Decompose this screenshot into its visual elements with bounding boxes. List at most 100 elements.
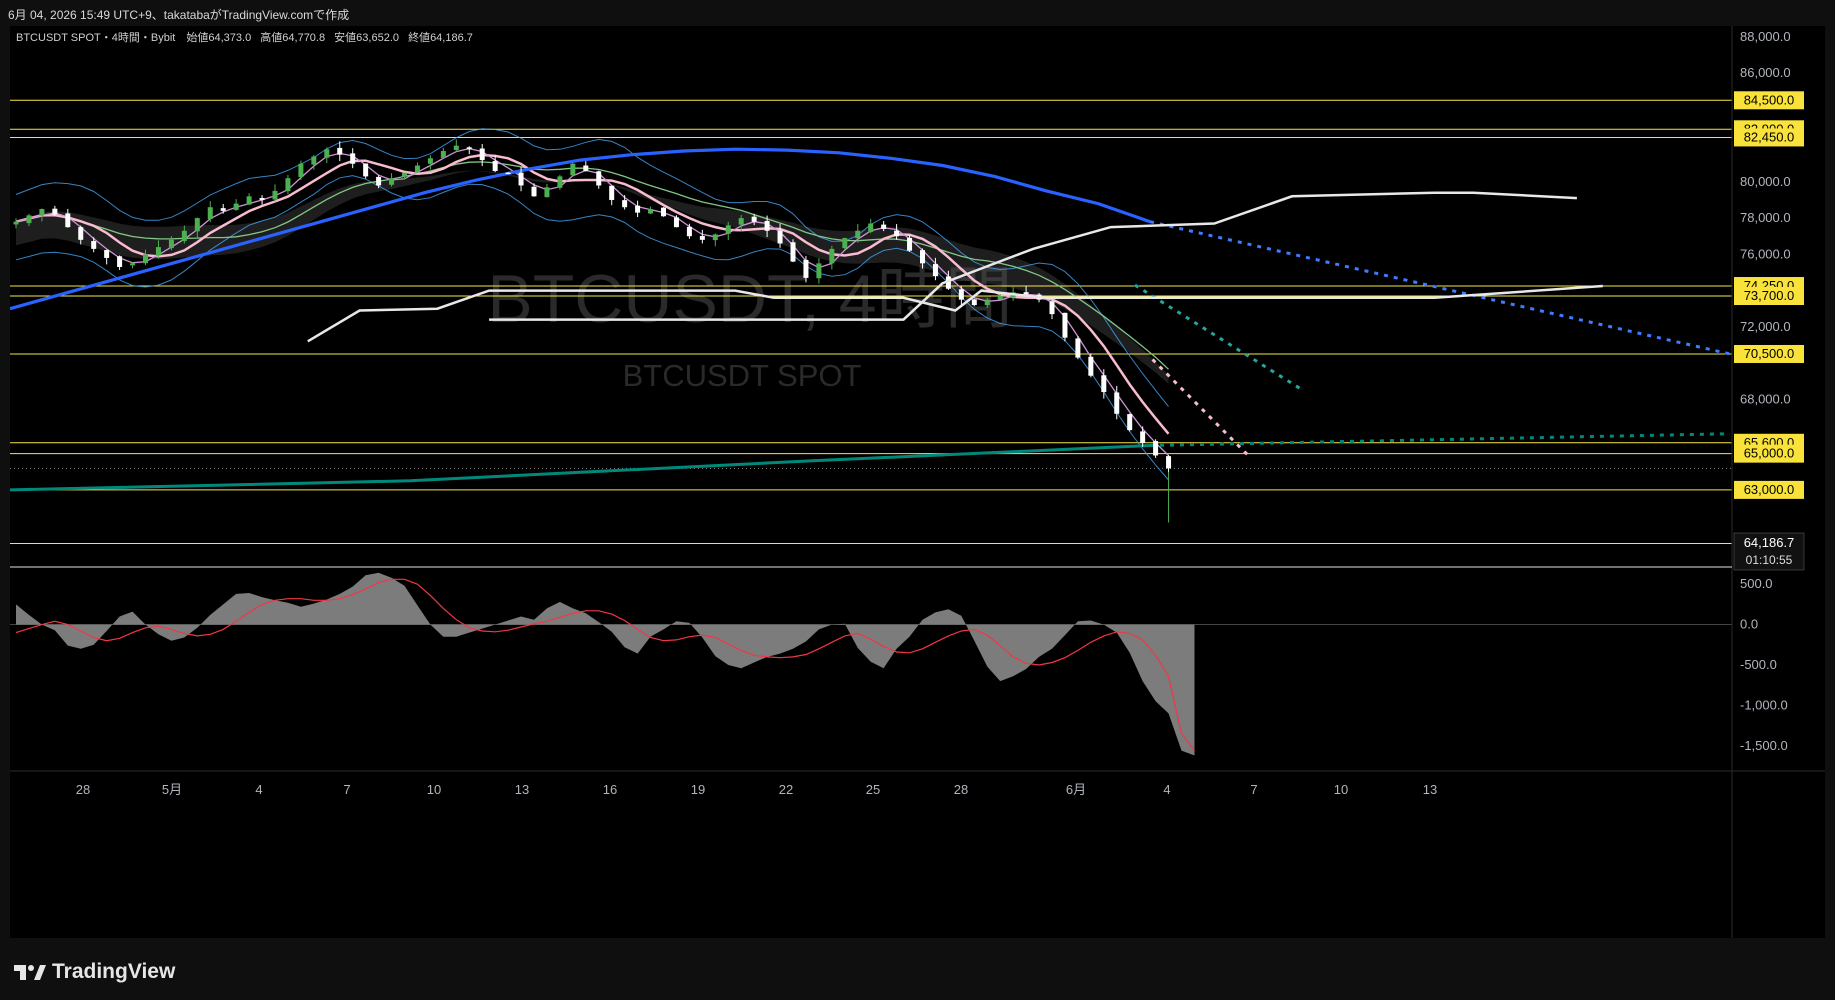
candle-body: [686, 226, 692, 237]
candle-body: [997, 296, 1003, 300]
candle-body: [259, 197, 265, 200]
time-tick-label: 7: [1250, 782, 1257, 797]
candle-body: [661, 207, 666, 217]
price-tick-label: 88,000.0: [1740, 29, 1791, 44]
candle-body: [1088, 356, 1094, 376]
ma-blue-projection: [1149, 220, 1731, 356]
candle-body: [1062, 312, 1068, 338]
macd-histogram: [16, 572, 1195, 756]
candle-body: [984, 299, 990, 306]
candle-body: [39, 209, 45, 216]
candle-body: [1075, 338, 1081, 358]
candle-body: [622, 200, 628, 208]
candle-body: [518, 172, 524, 186]
candle-body: [246, 196, 252, 205]
candle-body: [376, 176, 382, 186]
candle-body: [544, 187, 550, 198]
time-tick-label: 10: [427, 782, 441, 797]
candle-body: [557, 176, 563, 188]
candle-body: [363, 163, 369, 177]
time-tick-label: 16: [603, 782, 617, 797]
time-tick-label: 6月: [1066, 782, 1086, 797]
candle-body: [803, 259, 809, 278]
candle-body: [505, 172, 511, 175]
chart-area[interactable]: BTCUSDT, 4時間 BTCUSDT SPOT 84,500.082,900…: [10, 26, 1825, 938]
level-badge-label: 65,000.0: [1744, 446, 1795, 461]
candle-body: [971, 299, 977, 306]
candle-body: [907, 237, 913, 251]
candle-body: [1023, 292, 1029, 295]
candle-body: [26, 215, 32, 224]
candle-body: [725, 225, 731, 234]
candle-body: [272, 190, 278, 200]
candle-body: [453, 145, 459, 150]
candle-body: [596, 171, 602, 186]
candle-body: [324, 149, 330, 158]
candle-body: [1127, 414, 1133, 431]
time-tick-label: 4: [255, 782, 262, 797]
candle-body: [389, 178, 395, 185]
level-badge-label: 70,500.0: [1744, 346, 1795, 361]
candle-body: [868, 223, 874, 233]
time-tick-label: 28: [76, 782, 90, 797]
candle-body: [117, 256, 123, 268]
candle-body: [699, 236, 705, 240]
level-badge-label: 73,700.0: [1744, 288, 1795, 303]
candle-body: [233, 203, 239, 210]
legend-close: 64,186.7: [430, 32, 473, 44]
candle-body: [751, 216, 757, 222]
price-tick-label: 68,000.0: [1740, 391, 1791, 406]
candle-body: [52, 208, 58, 215]
candle-body: [350, 153, 356, 164]
macd-tick-label: -1,500.0: [1740, 738, 1788, 753]
time-tick-label: 7: [343, 782, 350, 797]
candle-body: [842, 238, 848, 249]
candle-body: [648, 209, 654, 214]
time-tick-label: 13: [515, 782, 529, 797]
candle-body: [790, 242, 796, 262]
candle-body: [777, 230, 783, 244]
legend-low: 63,652.0: [356, 32, 399, 44]
candle-body: [1166, 456, 1172, 469]
candle-body: [816, 263, 822, 279]
candle-body: [1153, 441, 1159, 456]
candle-body: [920, 250, 925, 264]
legend-symbol: BTCUSDT SPOT・4時間・Bybit: [16, 31, 175, 44]
price-tick-label: 78,000.0: [1740, 210, 1791, 225]
watermark-sub: BTCUSDT SPOT: [623, 358, 862, 393]
candle-body: [337, 147, 343, 155]
candle-body: [894, 230, 900, 237]
candle-body: [479, 148, 485, 161]
candle-body: [285, 178, 291, 192]
last-price-value: 64,186.7: [1744, 535, 1795, 550]
time-tick-label: 10: [1334, 782, 1348, 797]
candle-body: [311, 156, 317, 165]
footer: [0, 940, 1835, 1000]
legend-close-label: 終値: [408, 30, 430, 44]
legend-open: 64,373.0: [208, 32, 251, 44]
candle-body: [414, 165, 420, 173]
chart-svg[interactable]: BTCUSDT, 4時間 BTCUSDT SPOT 84,500.082,900…: [10, 26, 1825, 938]
candle-body: [155, 247, 161, 256]
candle-body: [1114, 392, 1120, 414]
macd-tick-label: 0.0: [1740, 617, 1758, 632]
time-tick-label: 4: [1163, 782, 1170, 797]
tradingview-logo[interactable]: TradingView: [12, 960, 175, 984]
candle-body: [143, 254, 148, 264]
candle-body: [13, 221, 19, 225]
candle-body: [764, 220, 770, 231]
candle-body: [402, 172, 407, 177]
candle-body: [1101, 375, 1107, 393]
macd-tick-label: -1,000.0: [1740, 697, 1788, 712]
candle-body: [635, 205, 641, 213]
svg-text:BTCUSDT SPOT・4時間・Bybit: BTCUSDT SPOT・4時間・Bybit 始値64,373.0 高値64,7…: [16, 30, 473, 44]
candle-body: [531, 186, 537, 197]
time-tick-label: 13: [1423, 782, 1437, 797]
candle-body: [104, 250, 110, 258]
ma-teal-projection: [1149, 432, 1731, 447]
candle-body: [673, 217, 679, 228]
level-badge-label: 82,450.0: [1744, 129, 1795, 144]
candle-body: [220, 208, 226, 211]
time-tick-label: 22: [779, 782, 793, 797]
candle-body: [1140, 431, 1146, 443]
